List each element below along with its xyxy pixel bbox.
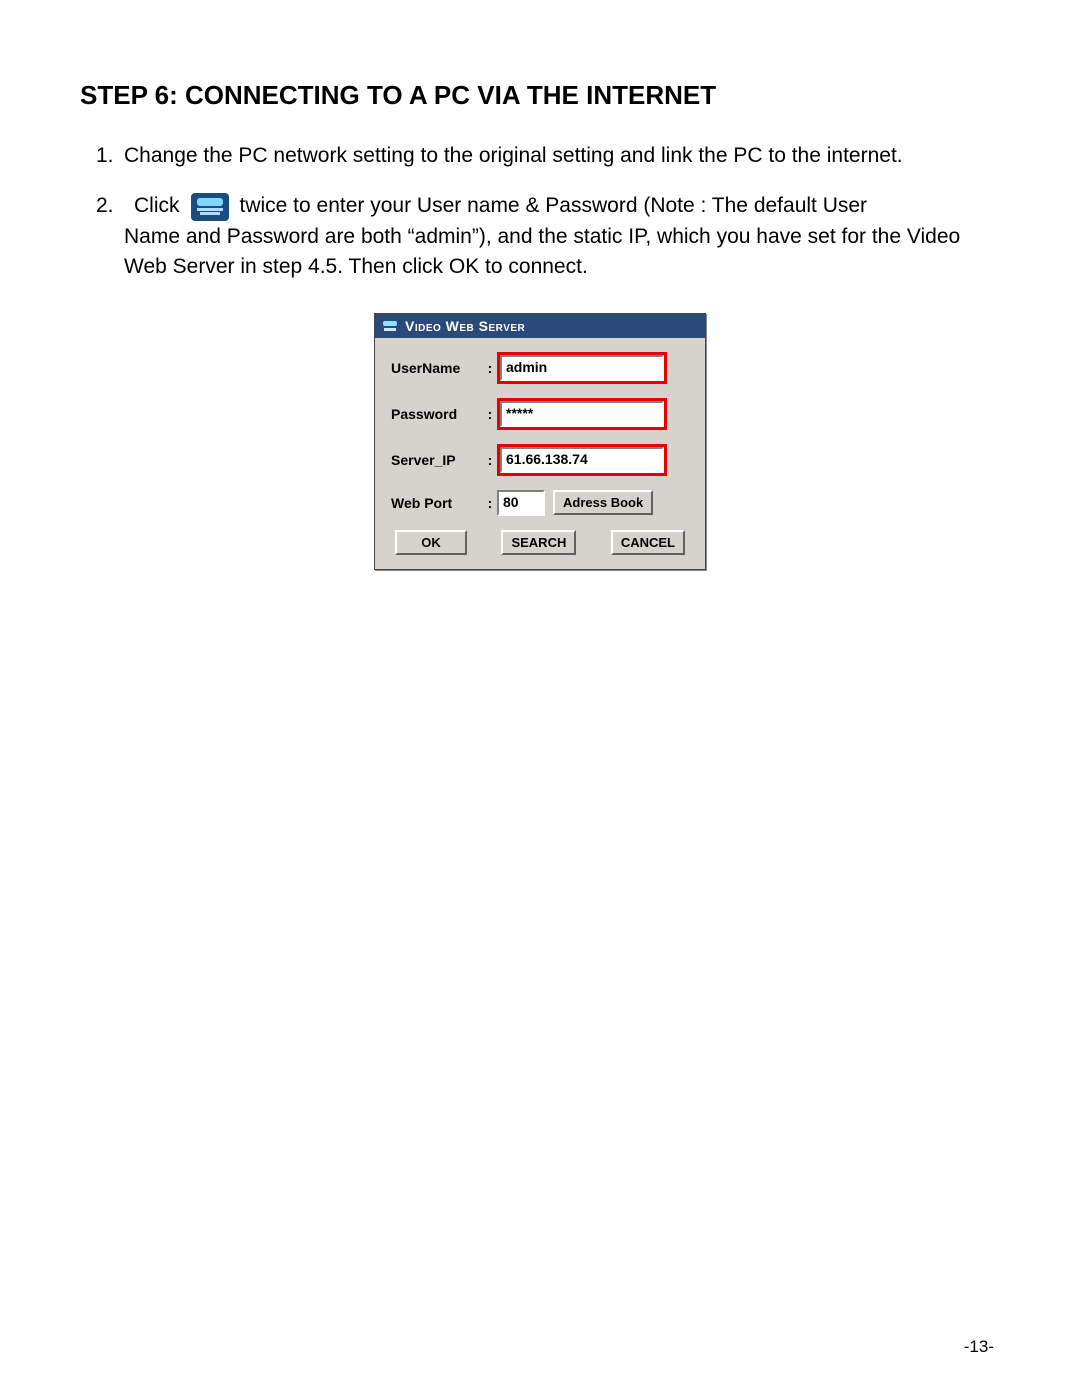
list-item-2-after: twice to enter your User name & Password… [240, 191, 868, 221]
cancel-button[interactable]: CANCEL [611, 530, 685, 555]
page-heading: STEP 6: CONNECTING TO A PC VIA THE INTER… [80, 80, 1000, 111]
list-item-1: 1.Change the PC network setting to the o… [96, 141, 1000, 171]
search-button[interactable]: SEARCH [501, 530, 576, 555]
page-number: -13- [964, 1337, 994, 1357]
list-item-2: 2. Click twice to enter your User name &… [96, 191, 1000, 282]
serverip-field[interactable]: 61.66.138.74 [500, 447, 664, 473]
password-highlight: ***** [497, 398, 667, 430]
list-item-2-before: Click [134, 191, 180, 221]
list-item-2-line2: Name and Password are both “admin”), and… [124, 222, 1000, 283]
username-highlight: admin [497, 352, 667, 384]
webport-label: Web Port [391, 495, 483, 511]
list-item-1-number: 1. [96, 141, 124, 171]
server-app-icon [190, 192, 230, 222]
serverip-highlight: 61.66.138.74 [497, 444, 667, 476]
list-item-1-text: Change the PC network setting to the ori… [124, 144, 903, 167]
password-label: Password [391, 406, 483, 422]
address-book-button[interactable]: Adress Book [553, 490, 653, 515]
username-field[interactable]: admin [500, 355, 664, 381]
ok-button[interactable]: OK [395, 530, 467, 555]
username-label: UserName [391, 360, 483, 376]
password-colon: : [483, 406, 497, 422]
serverip-colon: : [483, 452, 497, 468]
serverip-label: Server_IP [391, 452, 483, 468]
titlebar-icon [381, 319, 399, 333]
dialog-titlebar: Video Web Server [375, 314, 705, 338]
dialog-title: Video Web Server [405, 318, 525, 334]
username-colon: : [483, 360, 497, 376]
webport-colon: : [483, 495, 497, 511]
login-dialog: Video Web Server UserName : admin Passwo… [374, 313, 706, 570]
list-item-2-number: 2. [96, 191, 124, 221]
password-field[interactable]: ***** [500, 401, 664, 427]
webport-field[interactable]: 80 [497, 490, 545, 516]
